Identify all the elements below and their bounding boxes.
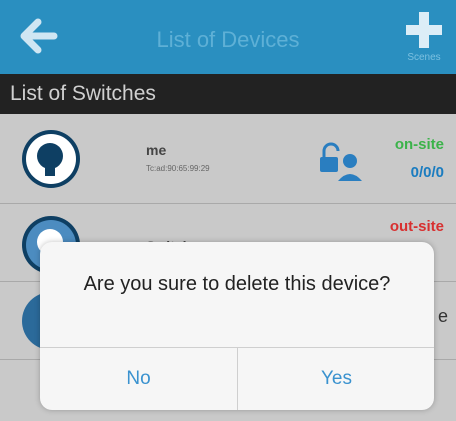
device-row[interactable]: me Tc:ad:90:65:99:29 on-site 0/0/0 bbox=[0, 114, 456, 204]
page-title: List of Devices bbox=[156, 27, 300, 52]
plus-icon bbox=[406, 12, 442, 48]
status-badge: on-site bbox=[394, 136, 444, 153]
unlock-icon[interactable] bbox=[318, 139, 364, 188]
device-count: 0/0/0 bbox=[410, 164, 444, 181]
yes-button[interactable]: Yes bbox=[238, 348, 434, 410]
device-name: me bbox=[146, 142, 167, 158]
dialog-message: Are you sure to delete this device? bbox=[83, 273, 391, 295]
add-scene-button[interactable]: Scenes bbox=[398, 6, 450, 70]
delete-confirm-dialog: Are you sure to delete this device? No Y… bbox=[40, 242, 434, 410]
section-header: List of Switches bbox=[0, 74, 456, 114]
bulb-icon bbox=[22, 130, 80, 188]
no-button[interactable]: No bbox=[40, 348, 237, 410]
scene-label: Scenes bbox=[407, 52, 441, 63]
device-mac: Tc:ad:90:65:99:29 bbox=[146, 164, 210, 173]
row-trailing-text: e bbox=[437, 306, 448, 326]
navigation-bar: List of Devices Scenes bbox=[0, 0, 456, 74]
status-badge: out-site bbox=[389, 218, 444, 235]
